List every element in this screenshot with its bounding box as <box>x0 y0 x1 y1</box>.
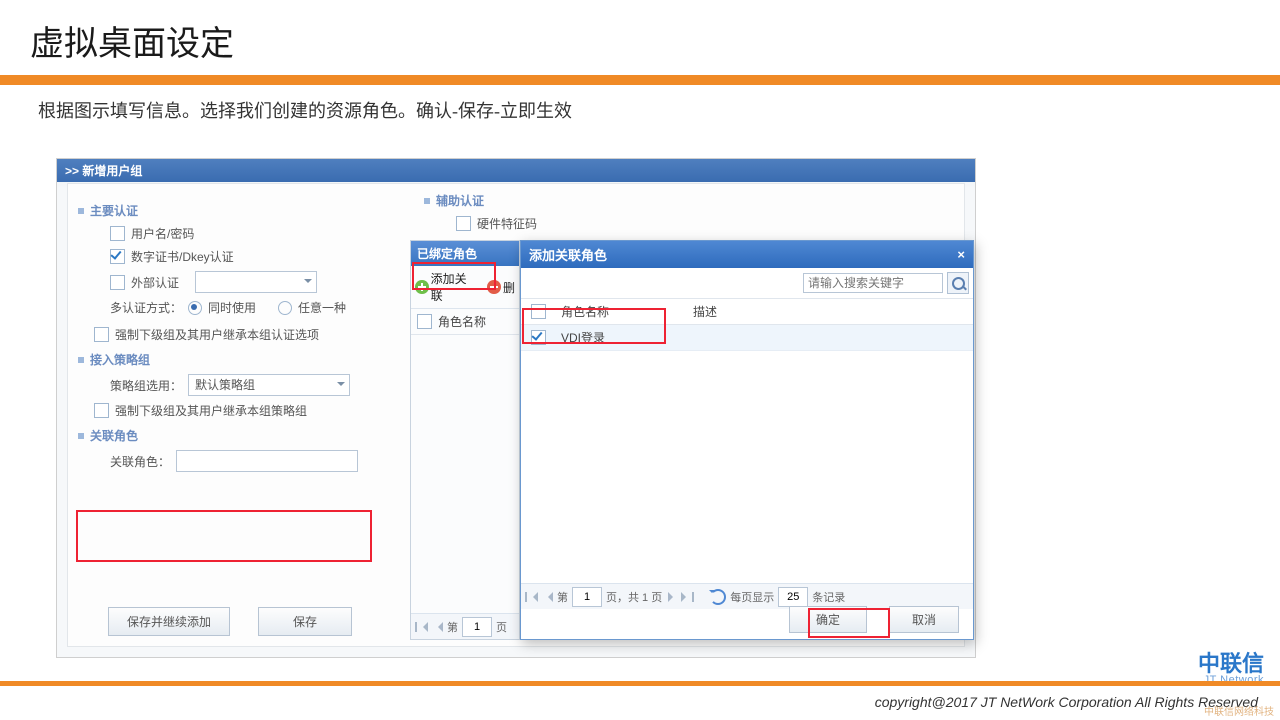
search-input[interactable] <box>803 273 943 293</box>
pager-label: 第 <box>447 619 458 635</box>
radio-any[interactable] <box>278 301 292 315</box>
delete-link-button[interactable]: 删 <box>503 279 515 296</box>
radio-both[interactable] <box>188 301 202 315</box>
plus-icon <box>415 280 429 294</box>
ok-button[interactable]: 确定 <box>789 606 867 633</box>
pager-prev-icon[interactable] <box>541 591 553 603</box>
checkbox-cert[interactable] <box>110 249 125 264</box>
close-icon[interactable]: × <box>957 247 965 262</box>
search-button[interactable] <box>947 272 969 294</box>
table-row[interactable]: VDI登录 <box>521 325 973 351</box>
pager-page-input[interactable] <box>462 617 492 637</box>
add-link-button[interactable]: 添加关联 <box>431 270 478 304</box>
label-both: 同时使用 <box>208 299 256 316</box>
col-name: 角色名称 <box>555 299 687 324</box>
save-button[interactable]: 保存 <box>258 607 352 636</box>
dialog-table-head: 角色名称 描述 <box>521 299 973 325</box>
pager-first-icon[interactable] <box>525 591 537 603</box>
bound-roles-title: 已绑定角色 <box>411 241 519 266</box>
checkbox-all-bound[interactable] <box>417 314 432 329</box>
bound-pager: 第 页 <box>411 613 519 639</box>
cancel-button[interactable]: 取消 <box>889 606 959 633</box>
perpage-a: 每页显示 <box>730 589 774 605</box>
select-policy-value: 默认策略组 <box>189 375 255 395</box>
save-continue-button[interactable]: 保存并继续添加 <box>108 607 230 636</box>
input-role[interactable] <box>176 450 358 472</box>
pager-last-icon[interactable] <box>682 591 694 603</box>
col-role-name: 角色名称 <box>438 313 486 330</box>
select-external[interactable] <box>195 271 317 293</box>
pager-first-icon[interactable] <box>415 621 427 633</box>
pager-suffix: 页 <box>496 619 507 635</box>
brand: 中联信 JT Network <box>1198 646 1264 686</box>
label-any: 任意一种 <box>298 299 346 316</box>
bound-roles-panel: 已绑定角色 添加关联 删 角色名称 第 页 <box>410 240 520 640</box>
label-role: 关联角色： <box>110 453 170 470</box>
checkbox-inherit-policy[interactable] <box>94 403 109 418</box>
dialog-title: 添加关联角色 <box>529 245 607 264</box>
row1-desc <box>687 325 973 350</box>
dialog-page-input[interactable] <box>572 587 602 607</box>
label-hw: 硬件特征码 <box>477 215 537 232</box>
label-external: 外部认证 <box>131 274 179 291</box>
checkbox-hw[interactable] <box>456 216 471 231</box>
select-policy[interactable]: 默认策略组 <box>188 374 350 396</box>
slide-title: 虚拟桌面设定 <box>0 0 1280 75</box>
label-inherit-policy: 强制下级组及其用户继承本组策略组 <box>115 402 307 419</box>
checkbox-all-dialog[interactable] <box>531 304 546 319</box>
checkbox-userpass[interactable] <box>110 226 125 241</box>
minus-icon <box>487 280 501 294</box>
label-policy: 策略组选用： <box>110 377 182 394</box>
label-multiauth: 多认证方式： <box>110 299 182 316</box>
perpage-input[interactable] <box>778 587 808 607</box>
refresh-icon[interactable] <box>710 589 726 605</box>
add-role-dialog: 添加关联角色 × 角色名称 描述 VDI登录 第 页，共 1 页 <box>520 240 974 640</box>
pager-label-a: 第 <box>557 589 568 605</box>
pager-label-b: 页，共 1 页 <box>606 589 662 605</box>
checkbox-inherit-auth[interactable] <box>94 327 109 342</box>
search-icon <box>952 277 965 290</box>
col-desc: 描述 <box>687 299 973 324</box>
label-userpass: 用户名/密码 <box>131 225 194 242</box>
perpage-b: 条记录 <box>812 589 845 605</box>
breadcrumb: >> 新增用户组 <box>57 159 975 182</box>
group-aux-auth: 辅助认证 <box>424 192 537 209</box>
checkbox-external[interactable] <box>110 275 125 290</box>
copyright: copyright@2017 JT NetWork Corporation Al… <box>875 694 1258 710</box>
pager-prev-icon[interactable] <box>431 621 443 633</box>
footer-bar <box>0 681 1280 686</box>
row1-name: VDI登录 <box>555 325 687 350</box>
checkbox-row1[interactable] <box>531 330 546 345</box>
label-inherit-auth: 强制下级组及其用户继承本组认证选项 <box>115 326 319 343</box>
divider-bar <box>0 75 1280 85</box>
instructions: 根据图示填写信息。选择我们创建的资源角色。确认-保存-立即生效 <box>0 97 1280 133</box>
pager-next-icon[interactable] <box>666 591 678 603</box>
watermark: 中联信网络科技 <box>1204 703 1274 718</box>
label-cert: 数字证书/Dkey认证 <box>131 248 234 265</box>
